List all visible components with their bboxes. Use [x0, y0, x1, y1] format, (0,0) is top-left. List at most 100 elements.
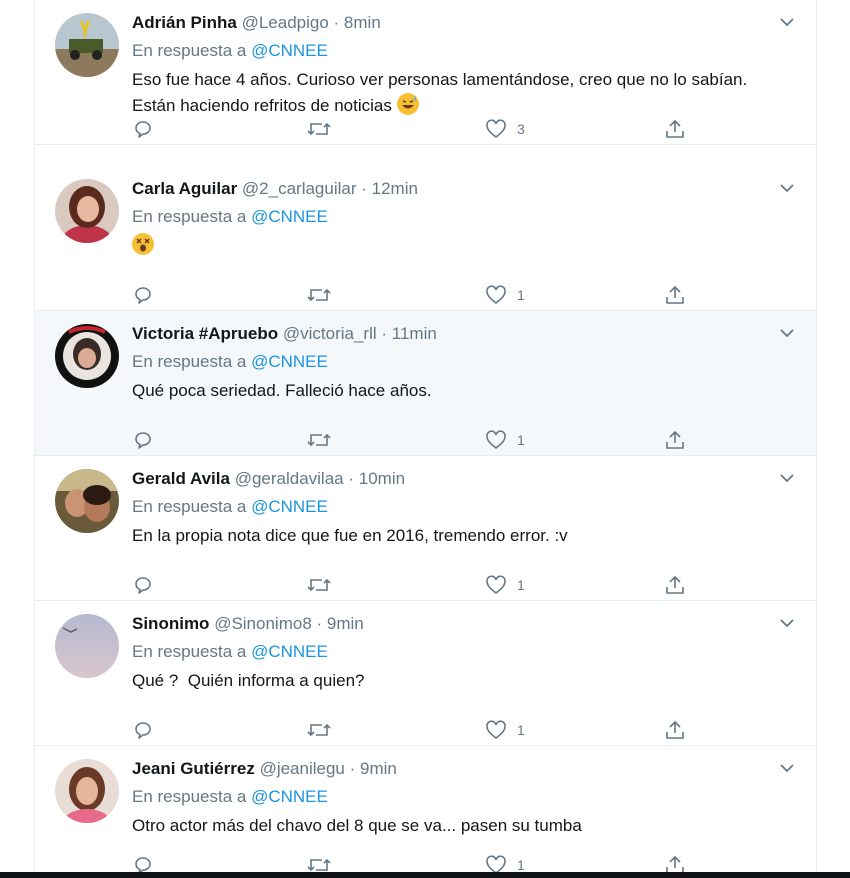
- tweet-header: Victoria #Apruebo @victoria_rll · 11min: [132, 323, 437, 345]
- tweet-text-block: Eso fue hace 4 años. Curioso ver persona…: [132, 67, 792, 119]
- tweet[interactable]: Adrián Pinha @Leadpigo · 8min En respues…: [35, 0, 816, 145]
- tweet-text: Qué ? Quién informa a quien?: [132, 671, 365, 690]
- share-icon: [664, 429, 686, 451]
- author-name[interactable]: Carla Aguilar: [132, 179, 237, 198]
- tweet-text: Otro actor más del chavo del 8 que se va…: [132, 816, 582, 835]
- author-handle[interactable]: @jeanilegu: [260, 759, 345, 778]
- reply-mention[interactable]: @CNNEE: [251, 642, 328, 661]
- reply-prefix: En respuesta a: [132, 41, 247, 60]
- share-button[interactable]: [664, 284, 686, 306]
- reply-icon: [132, 719, 154, 741]
- author-name[interactable]: Sinonimo: [132, 614, 209, 633]
- author-handle[interactable]: @geraldavilaa: [235, 469, 344, 488]
- reply-context: En respuesta a @CNNEE: [132, 351, 328, 373]
- tweet-time[interactable]: · 8min: [334, 13, 381, 32]
- reply-mention[interactable]: @CNNEE: [251, 41, 328, 60]
- like-count: 1: [517, 722, 525, 738]
- heart-icon: [485, 429, 507, 451]
- like-count: 1: [517, 577, 525, 593]
- reply-button[interactable]: [132, 429, 154, 451]
- chevron-down-icon[interactable]: [779, 470, 795, 486]
- share-button[interactable]: [664, 719, 686, 741]
- reply-button[interactable]: [132, 284, 154, 306]
- tweet-actions: 1: [132, 429, 692, 451]
- chevron-down-icon[interactable]: [779, 14, 795, 30]
- chevron-down-icon[interactable]: [779, 180, 795, 196]
- reply-context: En respuesta a @CNNEE: [132, 206, 328, 228]
- reply-button[interactable]: [132, 118, 154, 140]
- retweet-button[interactable]: [306, 284, 332, 306]
- tweet-time[interactable]: · 9min: [317, 614, 364, 633]
- reply-context: En respuesta a @CNNEE: [132, 786, 328, 808]
- grinning-sweat-emoji: [396, 93, 419, 115]
- heart-icon: [485, 719, 507, 741]
- reply-button[interactable]: [132, 719, 154, 741]
- avatar[interactable]: [55, 13, 119, 77]
- heart-icon: [485, 284, 507, 306]
- chevron-down-icon[interactable]: [779, 615, 795, 631]
- tweet[interactable]: Sinonimo @Sinonimo8 · 9min En respuesta …: [35, 601, 816, 746]
- tweet[interactable]: Carla Aguilar @2_carlaguilar · 12min En …: [35, 166, 816, 311]
- author-name[interactable]: Victoria #Apruebo: [132, 324, 278, 343]
- like-button[interactable]: 1: [485, 574, 525, 596]
- author-handle[interactable]: @2_carlaguilar: [242, 179, 357, 198]
- tweet[interactable]: Victoria #Apruebo @victoria_rll · 11min …: [35, 311, 816, 456]
- like-button[interactable]: 1: [485, 284, 525, 306]
- share-icon: [664, 284, 686, 306]
- avatar[interactable]: [55, 759, 119, 823]
- reply-icon: [132, 284, 154, 306]
- window-bottom-edge: [0, 872, 850, 878]
- author-handle[interactable]: @victoria_rll: [283, 324, 377, 343]
- retweet-button[interactable]: [306, 118, 332, 140]
- reply-context: En respuesta a @CNNEE: [132, 40, 328, 62]
- tweet[interactable]: Jeani Gutiérrez @jeanilegu · 9min En res…: [35, 746, 816, 878]
- reply-mention[interactable]: @CNNEE: [251, 787, 328, 806]
- avatar[interactable]: [55, 179, 119, 243]
- reply-mention[interactable]: @CNNEE: [251, 207, 328, 226]
- like-count: 1: [517, 287, 525, 303]
- avatar[interactable]: [55, 469, 119, 533]
- author-handle[interactable]: @Sinonimo8: [214, 614, 312, 633]
- reply-button[interactable]: [132, 574, 154, 596]
- like-button[interactable]: 3: [485, 118, 525, 140]
- tweet-time[interactable]: · 12min: [361, 179, 418, 198]
- reply-prefix: En respuesta a: [132, 497, 247, 516]
- share-icon: [664, 719, 686, 741]
- retweet-icon: [306, 284, 332, 306]
- reply-mention[interactable]: @CNNEE: [251, 497, 328, 516]
- tweet[interactable]: Gerald Avila @geraldavilaa · 10min En re…: [35, 456, 816, 601]
- tweet-header: Gerald Avila @geraldavilaa · 10min: [132, 468, 405, 490]
- tweet-time[interactable]: · 9min: [350, 759, 397, 778]
- retweet-icon: [306, 574, 332, 596]
- reply-mention[interactable]: @CNNEE: [251, 352, 328, 371]
- heart-icon: [485, 574, 507, 596]
- share-button[interactable]: [664, 574, 686, 596]
- chevron-down-icon[interactable]: [779, 325, 795, 341]
- avatar[interactable]: [55, 324, 119, 388]
- author-name[interactable]: Jeani Gutiérrez: [132, 759, 255, 778]
- author-name[interactable]: Gerald Avila: [132, 469, 230, 488]
- like-button[interactable]: 1: [485, 719, 525, 741]
- retweet-button[interactable]: [306, 429, 332, 451]
- avatar[interactable]: [55, 614, 119, 678]
- reply-icon: [132, 574, 154, 596]
- like-count: 1: [517, 857, 525, 873]
- reply-icon: [132, 118, 154, 140]
- reply-prefix: En respuesta a: [132, 207, 247, 226]
- heart-icon: [485, 118, 507, 140]
- retweet-icon: [306, 118, 332, 140]
- author-handle[interactable]: @Leadpigo: [242, 13, 329, 32]
- share-button[interactable]: [664, 429, 686, 451]
- tweet-actions: 3: [132, 118, 692, 140]
- reply-context: En respuesta a @CNNEE: [132, 641, 328, 663]
- chevron-down-icon[interactable]: [779, 760, 795, 776]
- share-button[interactable]: [664, 118, 686, 140]
- tweet-actions: 1: [132, 284, 692, 306]
- like-button[interactable]: 1: [485, 429, 525, 451]
- tweet-time[interactable]: · 11min: [381, 324, 436, 343]
- retweet-button[interactable]: [306, 719, 332, 741]
- tweet-actions: 1: [132, 574, 692, 596]
- tweet-time[interactable]: · 10min: [348, 469, 405, 488]
- retweet-button[interactable]: [306, 574, 332, 596]
- author-name[interactable]: Adrián Pinha: [132, 13, 237, 32]
